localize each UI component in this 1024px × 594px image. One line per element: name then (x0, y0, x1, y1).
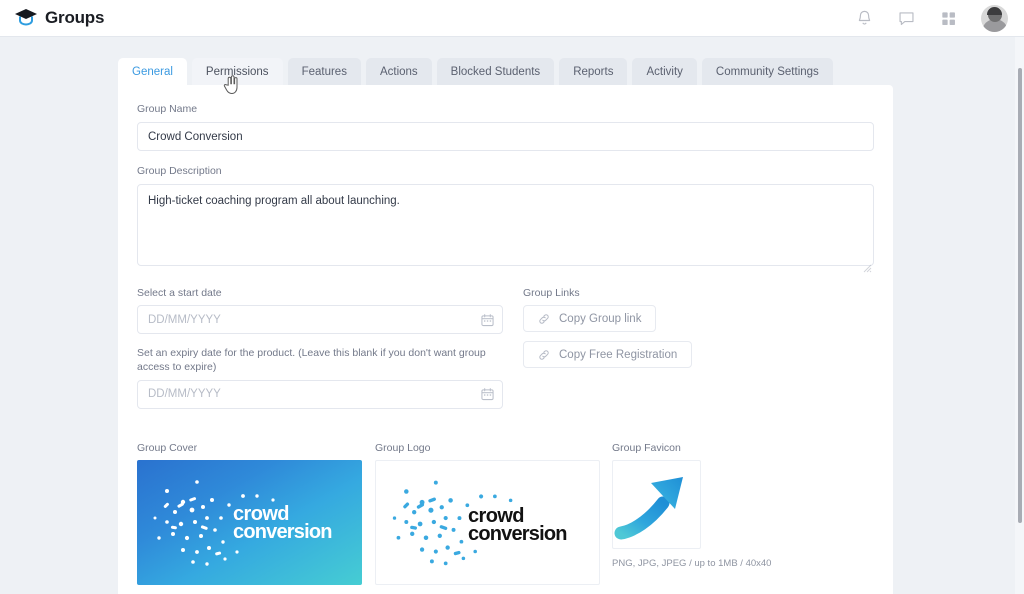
tab-blocked-students-label: Blocked Students (450, 66, 541, 78)
tab-activity[interactable]: Activity (632, 58, 697, 86)
notifications-bell-icon[interactable] (855, 9, 874, 28)
tab-activity-label: Activity (646, 66, 683, 78)
group-links-label: Group Links (523, 286, 580, 299)
group-favicon-section: Group Favicon PNG, JPG, JPEG / up to 1MB… (612, 442, 792, 594)
logo-wordmark-line2: conversion (468, 523, 568, 546)
brand-logo[interactable]: Groups (14, 8, 104, 28)
group-name-field: Group Name (137, 103, 874, 152)
expiry-date-label: Set an expiry date for the product. (Lea… (137, 347, 486, 373)
settings-tab-bar: General Permissions Features Actions Blo… (118, 58, 1024, 86)
expiry-date-input[interactable] (137, 379, 503, 409)
copy-group-link-button[interactable]: Copy Group link (523, 305, 657, 333)
copy-free-registration-label: Copy Free Registration (559, 348, 678, 361)
tab-actions-label: Actions (379, 66, 418, 78)
general-settings-card: Group Name Group Description Select a st… (118, 85, 893, 594)
tab-general-label: General (132, 66, 173, 78)
apps-grid-icon[interactable] (939, 9, 958, 28)
graduation-cap-icon (14, 8, 38, 28)
group-logo-section: Group Logo crowd conversion (375, 442, 612, 594)
group-description-wrapper (137, 183, 874, 272)
tab-actions[interactable]: Actions (365, 58, 432, 86)
expiry-date-field: Set an expiry date for the product. (Lea… (137, 347, 503, 409)
upward-curved-arrow-icon (614, 476, 683, 540)
group-name-input[interactable] (137, 122, 874, 152)
messages-chat-icon[interactable] (897, 9, 916, 28)
tab-permissions-label: Permissions (205, 66, 269, 78)
copy-free-registration-button[interactable]: Copy Free Registration (523, 341, 693, 369)
avatar-hair (987, 6, 1002, 15)
tab-features-label: Features (301, 66, 347, 78)
user-avatar[interactable] (981, 4, 1008, 32)
start-date-input[interactable] (137, 305, 503, 335)
group-cover-image[interactable]: crowd conversion (137, 459, 362, 585)
dates-column: Select a start date DD/MM/YYYY Set an ex… (137, 287, 503, 422)
group-logo-image[interactable]: crowd conversion (375, 459, 600, 585)
page-content: General Permissions Features Actions Blo… (0, 37, 1024, 594)
group-name-label: Group Name (137, 103, 198, 116)
tab-features[interactable]: Features (287, 58, 361, 86)
page-scrollbar-thumb[interactable] (1018, 68, 1022, 523)
group-favicon-hint: PNG, JPG, JPEG / up to 1MB / 40x40 (612, 557, 772, 569)
group-favicon-label: Group Favicon (612, 441, 681, 454)
group-logo-label: Group Logo (375, 441, 431, 454)
expiry-date-wrapper (137, 379, 503, 409)
tab-general[interactable]: General (118, 58, 187, 86)
tab-community-settings-label: Community Settings (715, 66, 819, 78)
copy-group-link-label: Copy Group link (559, 312, 642, 325)
top-header-bar: Groups (0, 0, 1024, 37)
group-links-column: Group Links Copy Group link Copy Free Re… (523, 287, 874, 422)
tab-reports[interactable]: Reports (559, 58, 628, 86)
group-favicon-image[interactable] (612, 459, 701, 549)
tab-blocked-students[interactable]: Blocked Students (436, 58, 555, 86)
dates-and-links-row: Select a start date DD/MM/YYYY Set an ex… (137, 287, 874, 422)
group-description-field: Group Description (137, 165, 874, 272)
tab-permissions[interactable]: Permissions (191, 58, 283, 86)
logo-image-wordmark: crowd conversion (468, 506, 568, 546)
header-actions (855, 4, 1008, 32)
media-uploads-row: Group Cover crowd conversion Group Logo … (137, 442, 874, 594)
link-chain-icon (538, 349, 550, 361)
start-date-field: Select a start date (137, 287, 503, 335)
group-cover-section: Group Cover crowd conversion (137, 442, 375, 594)
tab-reports-label: Reports (573, 66, 614, 78)
group-description-textarea[interactable] (137, 183, 874, 266)
brand-name-text: Groups (45, 8, 105, 27)
cover-wordmark-line2: conversion (233, 521, 333, 544)
tab-community-settings[interactable]: Community Settings (701, 58, 833, 86)
start-date-label: Select a start date (137, 286, 222, 299)
start-date-wrapper (137, 305, 503, 335)
group-description-label: Group Description (137, 165, 222, 178)
group-cover-label: Group Cover (137, 441, 198, 454)
cover-image-wordmark: crowd conversion (233, 504, 333, 544)
link-chain-icon (538, 313, 550, 325)
